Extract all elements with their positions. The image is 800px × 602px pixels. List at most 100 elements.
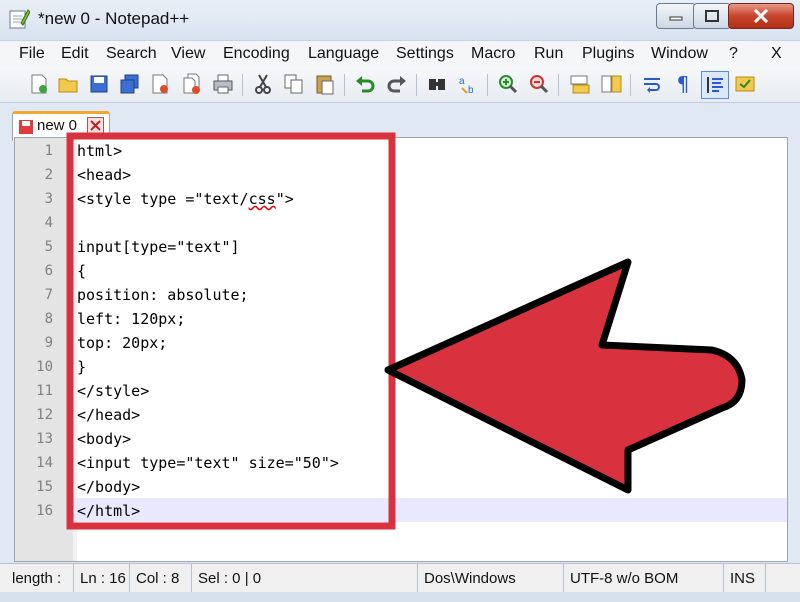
- code-line[interactable]: html>: [77, 142, 122, 160]
- toolbar-separator: [242, 74, 243, 96]
- toolbar-separator: [416, 74, 417, 96]
- window-bottom-border: [0, 592, 800, 602]
- notepad-plus-plus-window: *new 0 - Notepad++ File Edit Search View…: [0, 0, 800, 602]
- save-icon: [90, 75, 108, 93]
- save-all-icon: [120, 74, 139, 94]
- unsaved-file-icon: [19, 120, 33, 134]
- redo-button[interactable]: [384, 71, 410, 97]
- close-icon: [152, 74, 168, 94]
- show-all-characters-button[interactable]: ¶: [670, 71, 696, 97]
- code-line[interactable]: }: [77, 358, 86, 376]
- save-button[interactable]: [86, 71, 112, 97]
- status-insert-mode: INS: [724, 564, 766, 593]
- code-line[interactable]: left: 120px;: [77, 310, 185, 328]
- menu-run[interactable]: Run: [534, 45, 563, 63]
- close-icon: [90, 120, 101, 131]
- menu-bar: File Edit Search View Encoding Language …: [0, 40, 800, 67]
- copy-button[interactable]: [281, 71, 307, 97]
- code-line[interactable]: input[type="text"]: [77, 238, 240, 256]
- word-wrap-button[interactable]: [639, 71, 665, 97]
- menu-encoding[interactable]: Encoding: [223, 45, 290, 63]
- zoom-out-button[interactable]: [526, 71, 552, 97]
- code-line[interactable]: <head>: [77, 166, 131, 184]
- close-all-icon: [183, 73, 200, 94]
- code-line[interactable]: top: 20px;: [77, 334, 167, 352]
- code-line[interactable]: <input type="text" size="50">: [77, 454, 339, 472]
- new-file-button[interactable]: [26, 71, 52, 97]
- resize-grip[interactable]: [766, 564, 794, 593]
- code-line[interactable]: </head>: [77, 406, 140, 424]
- replace-button[interactable]: ab: [455, 71, 481, 97]
- open-file-button[interactable]: [55, 71, 81, 97]
- tab-close-button[interactable]: [87, 117, 104, 134]
- status-bar: length : Ln : 16 Col : 8 Sel : 0 | 0 Dos…: [0, 563, 800, 593]
- close-icon: [753, 9, 769, 23]
- close-all-button[interactable]: [179, 71, 205, 97]
- print-button[interactable]: [210, 71, 236, 97]
- code-line[interactable]: <style type ="text/css">: [77, 190, 294, 208]
- menu-view[interactable]: View: [171, 45, 205, 63]
- status-eol-format: Dos\Windows: [418, 564, 564, 593]
- menu-macro[interactable]: Macro: [471, 45, 515, 63]
- line-number: 2: [44, 167, 53, 183]
- status-selection: Sel : 0 | 0: [192, 564, 418, 593]
- sync-horizontal-button[interactable]: [598, 71, 624, 97]
- menu-file[interactable]: File: [19, 45, 45, 63]
- line-number: 4: [44, 215, 53, 231]
- line-number: 12: [36, 407, 53, 423]
- menu-plugins[interactable]: Plugins: [582, 45, 634, 63]
- toolbar-separator: [344, 74, 345, 96]
- notepad-app-icon: [9, 9, 30, 29]
- minimize-button[interactable]: [656, 3, 696, 29]
- window-close-button[interactable]: [728, 3, 794, 29]
- code-line[interactable]: {: [77, 262, 86, 280]
- line-number: 9: [44, 335, 53, 351]
- code-line[interactable]: position: absolute;: [77, 286, 249, 304]
- tab-label: new 0: [37, 117, 78, 134]
- line-number: 16: [36, 503, 53, 519]
- paste-icon: [316, 75, 334, 95]
- minimize-icon: [669, 16, 683, 21]
- code-line[interactable]: <body>: [77, 430, 131, 448]
- indent-guide-button[interactable]: [701, 71, 729, 99]
- current-line-highlight: [73, 498, 787, 522]
- save-all-button[interactable]: [117, 71, 143, 97]
- code-editor[interactable]: 1 2 3 4 5 6 7 8 9 10 11 12 13 14 15 16 h…: [14, 137, 788, 562]
- menu-search[interactable]: Search: [106, 45, 157, 63]
- line-number: 6: [44, 263, 53, 279]
- menu-language[interactable]: Language: [308, 45, 379, 63]
- line-number: 13: [36, 431, 53, 447]
- new-file-icon: [31, 74, 47, 94]
- word-wrap-icon: [644, 78, 660, 93]
- code-line[interactable]: </html>: [77, 502, 140, 520]
- toolbar: ab ¶: [0, 66, 800, 103]
- paste-button[interactable]: [312, 71, 338, 97]
- open-file-icon: [58, 78, 78, 93]
- zoom-in-icon: [499, 75, 518, 94]
- menu-edit[interactable]: Edit: [61, 45, 89, 63]
- zoom-in-button[interactable]: [495, 71, 521, 97]
- code-line[interactable]: </style>: [77, 382, 149, 400]
- undo-icon: [356, 76, 375, 93]
- menu-window[interactable]: Window: [651, 45, 708, 63]
- status-length: length :: [6, 564, 74, 593]
- menu-help[interactable]: ?: [729, 45, 738, 63]
- svg-text:b: b: [468, 85, 474, 95]
- menu-close-document[interactable]: X: [771, 45, 782, 63]
- cut-button[interactable]: [250, 71, 276, 97]
- code-line[interactable]: </body>: [77, 478, 140, 496]
- undo-button[interactable]: [352, 71, 378, 97]
- close-file-button[interactable]: [147, 71, 173, 97]
- maximize-button[interactable]: [693, 3, 731, 29]
- title-bar[interactable]: *new 0 - Notepad++: [0, 0, 800, 40]
- show-all-characters-icon: ¶: [676, 72, 690, 96]
- menu-settings[interactable]: Settings: [396, 45, 454, 63]
- user-defined-language-button[interactable]: [732, 71, 758, 97]
- status-encoding: UTF-8 w/o BOM: [564, 564, 724, 593]
- line-number: 8: [44, 311, 53, 327]
- line-number: 15: [36, 479, 53, 495]
- user-defined-language-icon: [735, 76, 755, 92]
- line-number: 11: [36, 383, 53, 399]
- sync-vertical-button[interactable]: [567, 71, 593, 97]
- find-button[interactable]: [424, 71, 450, 97]
